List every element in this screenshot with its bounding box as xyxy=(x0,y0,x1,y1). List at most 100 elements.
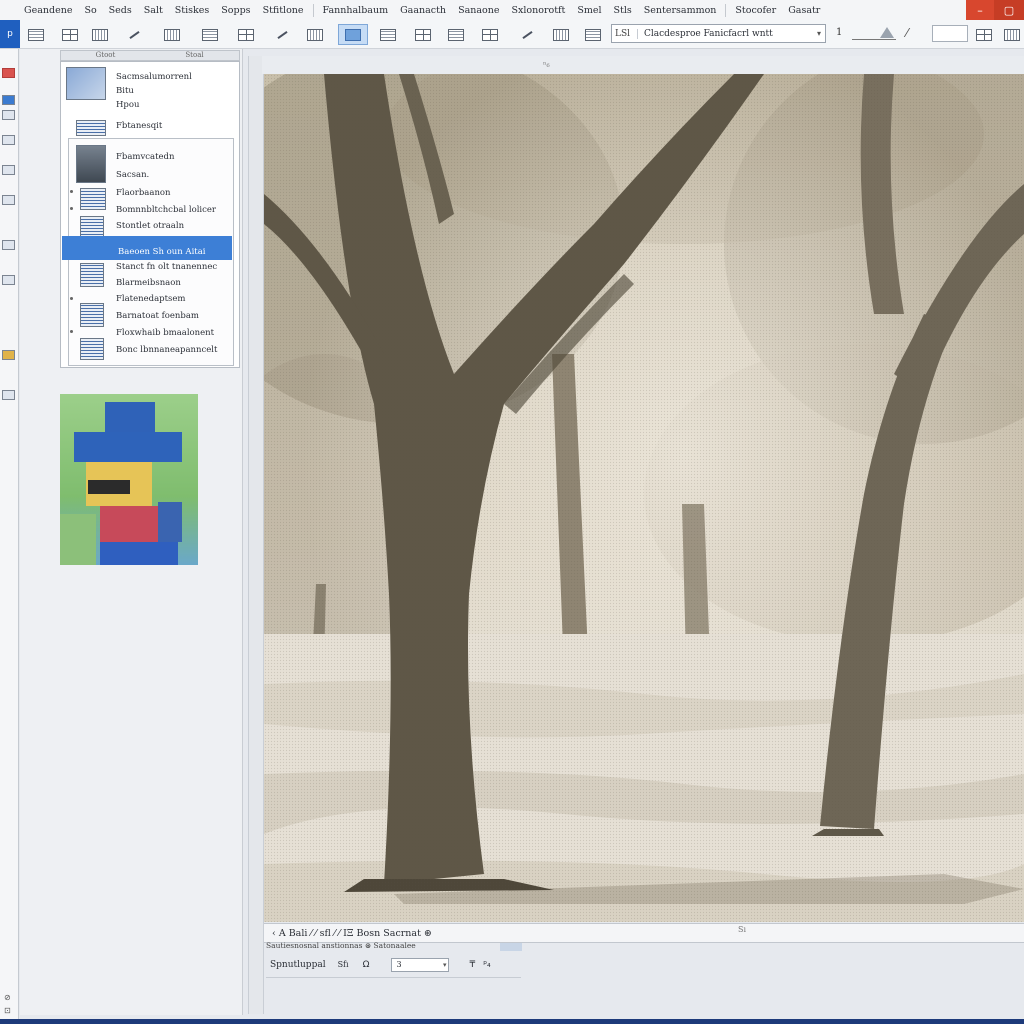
tool-button[interactable] xyxy=(58,24,82,45)
tool-button[interactable] xyxy=(270,24,294,45)
menu-item[interactable]: So xyxy=(78,5,102,16)
layer-thumbnail[interactable] xyxy=(80,303,104,327)
tool-button-active[interactable] xyxy=(338,24,368,45)
layer-thumbnail[interactable] xyxy=(76,145,106,183)
tool-button[interactable] xyxy=(444,24,468,45)
menu-item[interactable]: Fannhalbaum xyxy=(317,5,395,16)
menu-item[interactable]: Gasatr xyxy=(782,5,826,16)
panel-tab[interactable]: Gtoot xyxy=(61,51,150,60)
layer-name[interactable]: Sacmsalumorrenl xyxy=(116,72,192,82)
layer-thumbnail[interactable] xyxy=(80,338,104,360)
tool-button[interactable] xyxy=(1000,24,1024,45)
tool-button[interactable] xyxy=(549,24,573,45)
lines-icon[interactable] xyxy=(2,195,15,205)
property-swatch[interactable]: Sfı xyxy=(338,960,349,969)
tool-button[interactable] xyxy=(24,24,48,45)
tool-button[interactable] xyxy=(303,24,327,45)
menu-item[interactable]: Smel xyxy=(571,5,607,16)
layer-name[interactable]: Bonc lbnnaneapanncelt xyxy=(116,345,217,355)
tool-button[interactable] xyxy=(122,24,146,45)
menu-item[interactable]: Stocofer xyxy=(729,5,782,16)
pencil-icon[interactable] xyxy=(2,350,15,360)
grid-icon[interactable] xyxy=(2,240,15,250)
brush-icon[interactable]: ⁄ xyxy=(906,26,908,40)
menu-item[interactable]: Gaanacth xyxy=(394,5,452,16)
menu-item[interactable]: Sentersammon xyxy=(638,5,723,16)
font-label: LSl xyxy=(612,28,638,39)
record-icon[interactable] xyxy=(2,68,15,78)
tool-button[interactable] xyxy=(515,24,539,45)
columns-icon xyxy=(553,28,569,41)
layer-name[interactable]: Sacsan. xyxy=(116,170,149,180)
layer-name[interactable]: Fbamvcatedn xyxy=(116,152,174,162)
menu-item[interactable]: Salt xyxy=(138,5,169,16)
grid-icon[interactable] xyxy=(2,135,15,145)
canvas-scroll-frame[interactable] xyxy=(248,56,264,1014)
chevron-down-icon[interactable]: ▾ xyxy=(813,29,825,38)
grid-icon xyxy=(415,28,431,41)
layer-name[interactable]: Stanct fn olt tnanennec xyxy=(116,262,217,272)
layer-name[interactable]: Flatenedaptsem xyxy=(116,294,185,304)
maximize-button[interactable]: ▢ xyxy=(994,0,1024,20)
tool-button[interactable] xyxy=(198,24,222,45)
layer-name[interactable]: Stontlet otraaln xyxy=(116,221,184,231)
tool-icon[interactable]: ₸ xyxy=(469,960,475,970)
tool-button[interactable] xyxy=(478,24,502,45)
font-size-value[interactable]: 1 xyxy=(836,27,842,38)
panel-tab[interactable]: Stoal xyxy=(150,51,239,60)
table-icon[interactable] xyxy=(2,165,15,175)
layer-name[interactable]: Fbtanesqit xyxy=(116,121,162,131)
menu-item[interactable]: Sopps xyxy=(215,5,256,16)
lines-icon xyxy=(380,28,396,41)
navigator-preview xyxy=(60,394,198,565)
menu-item[interactable]: Sanaone xyxy=(452,5,505,16)
image-canvas[interactable] xyxy=(264,74,1024,922)
tool-button[interactable] xyxy=(160,24,184,45)
lines-icon[interactable] xyxy=(2,275,15,285)
size-slider[interactable] xyxy=(852,27,896,40)
properties-tab[interactable] xyxy=(500,943,522,951)
layer-name[interactable]: Barnatoat foenbam xyxy=(116,311,199,321)
image-icon[interactable] xyxy=(2,95,15,105)
grid-icon xyxy=(976,28,992,41)
tool-icon[interactable]: ᵖ₄ xyxy=(483,960,490,970)
menu-item[interactable]: Stls xyxy=(608,5,638,16)
layer-thumbnail[interactable] xyxy=(66,67,106,100)
eraser-icon[interactable] xyxy=(2,390,15,400)
layer-name[interactable]: Blarmeibsnaon xyxy=(116,278,181,288)
menu-item[interactable]: Seds xyxy=(103,5,138,16)
layer-thumbnail[interactable] xyxy=(80,263,104,287)
layer-thumbnail[interactable] xyxy=(80,188,106,210)
help-icon[interactable]: ⊘ xyxy=(4,993,11,1002)
tool-button[interactable] xyxy=(581,24,605,45)
layer-thumbnail[interactable] xyxy=(76,120,106,136)
minimize-button[interactable]: – xyxy=(966,0,994,20)
layer-name[interactable]: Bomnnbltchcbal lolicer xyxy=(116,205,216,215)
layer-name[interactable]: Hpou xyxy=(116,100,139,110)
property-value-field[interactable]: 3 xyxy=(391,957,450,972)
font-select[interactable]: LSl Clacdesproe Fanicfacrl wntt ▾ xyxy=(611,24,826,43)
tool-button[interactable] xyxy=(376,24,400,45)
app-menu-button[interactable]: p xyxy=(0,20,20,48)
row-bullet xyxy=(70,190,73,193)
layer-name[interactable]: Bitu xyxy=(116,86,134,96)
layer-name[interactable]: Floxwhaib bmaalonent xyxy=(116,328,214,338)
settings-icon[interactable]: ⊡ xyxy=(4,1006,11,1015)
menu-item[interactable]: Geandene xyxy=(18,5,78,16)
layer-name[interactable]: Flaorbaanon xyxy=(116,188,171,198)
menu-item[interactable]: Stfitlone xyxy=(257,5,310,16)
layer-name[interactable]: Baeoen Sh oun Aitai xyxy=(118,247,206,257)
tool-button[interactable] xyxy=(411,24,435,45)
menu-item[interactable]: Stiskes xyxy=(169,5,216,16)
tool-button[interactable] xyxy=(972,24,996,45)
zoom-icon[interactable]: Ω xyxy=(363,960,370,970)
status-text[interactable]: ‹ A Bali ⁄ ⁄ sfl ⁄ ⁄ ΙΞ Bosn Sacrnat ⊛ xyxy=(272,928,432,939)
lines-icon xyxy=(585,28,601,41)
toolbar-field[interactable] xyxy=(932,25,968,42)
tool-button[interactable] xyxy=(88,24,112,45)
layers-icon[interactable] xyxy=(2,110,15,120)
row-bullet xyxy=(70,207,73,210)
canvas-marker: ⁿ₆ xyxy=(543,60,550,69)
menu-item[interactable]: Sxlonorotft xyxy=(505,5,571,16)
tool-button[interactable] xyxy=(234,24,258,45)
